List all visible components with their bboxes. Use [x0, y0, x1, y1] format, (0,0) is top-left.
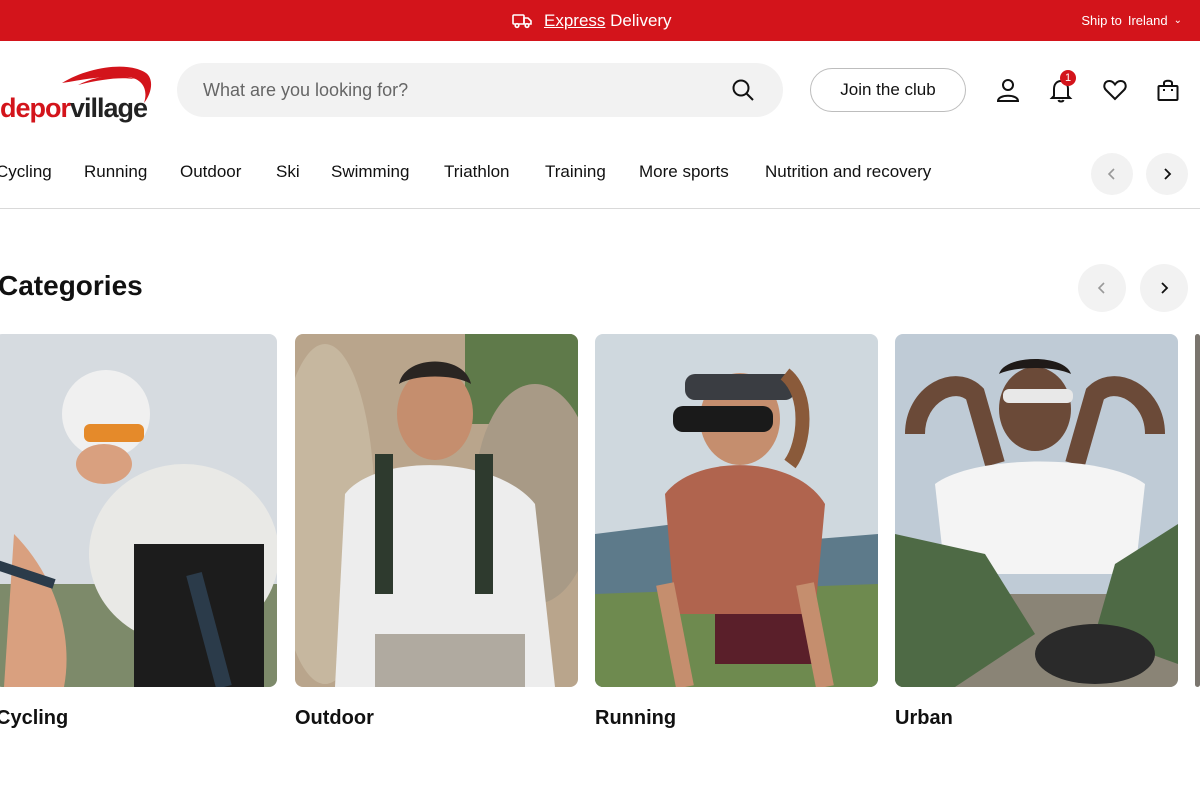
- category-nav: Cycling Running Outdoor Ski Swimming Tri…: [0, 141, 1200, 209]
- nav-item-swimming[interactable]: Swimming: [331, 162, 409, 182]
- category-card-urban[interactable]: [895, 334, 1178, 687]
- ship-to-label: Ship to: [1081, 13, 1122, 28]
- chevron-down-icon: ⌄: [1173, 15, 1182, 26]
- user-icon[interactable]: [995, 77, 1021, 103]
- urban-image: [895, 334, 1178, 687]
- nav-scroll-right-button[interactable]: [1146, 153, 1188, 195]
- outdoor-image: [295, 334, 578, 687]
- delivery-text: Delivery: [610, 10, 672, 30]
- categories-prev-button[interactable]: [1078, 264, 1126, 312]
- running-image: [595, 334, 878, 687]
- nav-scroll-left-button[interactable]: [1091, 153, 1133, 195]
- truck-icon: [512, 13, 532, 29]
- nav-item-triathlon[interactable]: Triathlon: [444, 162, 510, 182]
- chevron-left-icon: [1097, 282, 1105, 294]
- search-icon[interactable]: [731, 78, 755, 102]
- categories-title: Categories: [0, 270, 143, 301]
- ship-to-selector[interactable]: Ship to Ireland ⌄: [1081, 0, 1182, 41]
- cycling-image: [0, 334, 277, 687]
- categories-next-button[interactable]: [1140, 264, 1188, 312]
- express-link[interactable]: Express: [544, 11, 605, 30]
- category-card-cycling[interactable]: [0, 334, 277, 687]
- nav-item-nutrition-and-recovery[interactable]: Nutrition and recovery: [765, 162, 931, 182]
- join-the-club-button[interactable]: Join the club: [810, 68, 966, 112]
- logo-text-village: village: [70, 93, 148, 123]
- category-label-cycling[interactable]: Cycling: [0, 707, 68, 730]
- category-card-next-partial[interactable]: [1195, 334, 1200, 687]
- nav-item-ski[interactable]: Ski: [276, 162, 300, 182]
- chevron-left-icon: [1107, 168, 1115, 180]
- category-card-outdoor[interactable]: [295, 334, 578, 687]
- notification-badge: 1: [1060, 70, 1076, 86]
- chevron-right-icon: [1164, 168, 1172, 180]
- promo-bar: Express Delivery Ship to Ireland ⌄: [0, 0, 1200, 41]
- category-card-running[interactable]: [595, 334, 878, 687]
- express-delivery-banner[interactable]: Express Delivery: [512, 0, 672, 41]
- category-label-outdoor[interactable]: Outdoor: [295, 707, 374, 730]
- shopping-bag-icon[interactable]: [1155, 77, 1181, 103]
- nav-item-cycling[interactable]: Cycling: [0, 162, 52, 182]
- heart-icon[interactable]: [1102, 77, 1128, 103]
- nav-item-more-sports[interactable]: More sports: [639, 162, 729, 182]
- nav-item-training[interactable]: Training: [545, 162, 606, 182]
- site-header: deporvillage Join the club 1: [0, 41, 1200, 141]
- ship-to-country: Ireland: [1127, 13, 1168, 28]
- category-label-running[interactable]: Running: [595, 707, 676, 730]
- search-input[interactable]: [203, 79, 703, 101]
- chevron-right-icon: [1161, 282, 1169, 294]
- search-bar[interactable]: [177, 63, 783, 117]
- nav-item-running[interactable]: Running: [84, 162, 147, 182]
- logo-text-depor: depor: [0, 93, 71, 123]
- deporvillage-logo[interactable]: deporvillage: [0, 59, 155, 123]
- partial-card-image: [1195, 334, 1200, 687]
- category-label-urban[interactable]: Urban: [895, 707, 953, 730]
- nav-item-outdoor[interactable]: Outdoor: [180, 162, 241, 182]
